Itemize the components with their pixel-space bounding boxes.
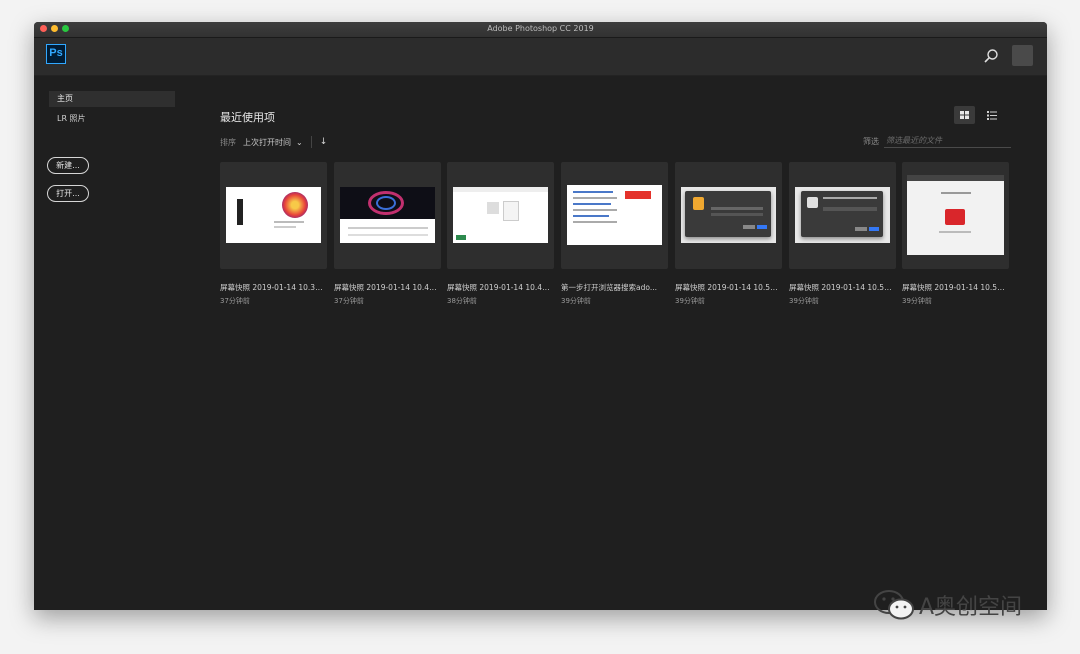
thumbnail-image xyxy=(567,185,662,245)
file-time: 39分钟前 xyxy=(675,297,705,305)
thumbnail-image xyxy=(907,175,1004,255)
file-name: 屏幕快照 2019-01-14 10.55.04... xyxy=(675,283,782,292)
recent-file-card[interactable]: 屏幕快照 2019-01-14 10.47.44... 37分钟前 xyxy=(334,162,441,306)
watermark: A奥创空间 xyxy=(873,588,1022,622)
sort-dropdown[interactable]: 上次打开时间 xyxy=(243,137,291,148)
grid-view-button[interactable] xyxy=(954,106,975,124)
file-thumbnail[interactable] xyxy=(789,162,896,269)
open-button[interactable]: 打开... xyxy=(47,185,89,202)
photoshop-logo: Ps xyxy=(46,44,66,64)
filter-input[interactable] xyxy=(884,133,1011,148)
file-time: 39分钟前 xyxy=(902,297,932,305)
file-time: 39分钟前 xyxy=(789,297,819,305)
file-thumbnail[interactable] xyxy=(902,162,1009,269)
wechat-icon xyxy=(874,590,914,620)
grid-view-icon xyxy=(960,111,969,119)
section-title: 最近使用项 xyxy=(220,111,275,124)
sidebar: 主页 LR 照片 新建... 打开... xyxy=(34,75,204,610)
main-content: 最近使用项 排序 上次打开时间 ⌄ ↓ 筛选 筛选最近的文件 屏幕快照 2019… xyxy=(220,75,1047,610)
new-button[interactable]: 新建... xyxy=(47,157,89,174)
file-name: 屏幕快照 2019-01-14 10.54.39... xyxy=(902,283,1009,292)
list-view-icon[interactable] xyxy=(985,108,999,122)
file-name: 屏幕快照 2019-01-14 10.54.51... xyxy=(789,283,896,292)
recent-file-card[interactable]: 屏幕快照 2019-01-14 10.48.12... 38分钟前 xyxy=(447,162,554,306)
sort-label: 排序 xyxy=(220,137,236,147)
file-time: 39分钟前 xyxy=(561,297,591,305)
sort-bar: 排序 上次打开时间 ⌄ ↓ xyxy=(220,136,327,148)
window-title: Adobe Photoshop CC 2019 xyxy=(487,24,594,33)
file-name: 屏幕快照 2019-01-14 10.48.12... xyxy=(447,283,554,292)
file-thumbnail[interactable] xyxy=(447,162,554,269)
filter-label: 筛选 xyxy=(863,137,879,146)
recent-file-card[interactable]: 屏幕快照 2019-01-14 10.38.07... 37分钟前 xyxy=(220,162,327,306)
thumbnail-image xyxy=(681,187,776,243)
chevron-down-icon[interactable]: ⌄ xyxy=(296,138,303,147)
file-thumbnail[interactable] xyxy=(675,162,782,269)
thumbnail-image xyxy=(340,187,435,243)
app-header: Ps xyxy=(34,38,1047,76)
file-thumbnail[interactable] xyxy=(561,162,668,269)
search-icon[interactable] xyxy=(983,48,999,64)
file-thumbnail[interactable] xyxy=(334,162,441,269)
file-time: 37分钟前 xyxy=(220,297,250,305)
thumbnail-image xyxy=(795,187,890,243)
watermark-text: A奥创空间 xyxy=(919,595,1023,620)
thumbnail-image xyxy=(453,187,548,243)
recent-file-card[interactable]: 第一步打开浏览器搜索ado... 39分钟前 xyxy=(561,162,668,306)
title-bar: Adobe Photoshop CC 2019 xyxy=(34,22,1047,38)
recent-file-card[interactable]: 屏幕快照 2019-01-14 10.55.04... 39分钟前 xyxy=(675,162,782,306)
user-avatar[interactable] xyxy=(1012,45,1033,66)
file-time: 37分钟前 xyxy=(334,297,364,305)
file-name: 第一步打开浏览器搜索ado... xyxy=(561,283,657,292)
file-name: 屏幕快照 2019-01-14 10.38.07... xyxy=(220,283,327,292)
thumbnail-image xyxy=(226,187,321,243)
recent-file-card[interactable]: 屏幕快照 2019-01-14 10.54.51... 39分钟前 xyxy=(789,162,896,306)
recent-file-card[interactable]: 屏幕快照 2019-01-14 10.54.39... 39分钟前 xyxy=(902,162,1009,306)
sidebar-item-lr-photos[interactable]: LR 照片 xyxy=(49,111,175,127)
divider xyxy=(310,136,312,148)
file-name: 屏幕快照 2019-01-14 10.47.44... xyxy=(334,283,441,292)
file-thumbnail[interactable] xyxy=(220,162,327,269)
sidebar-item-home[interactable]: 主页 xyxy=(49,91,175,107)
file-time: 38分钟前 xyxy=(447,297,477,305)
sort-direction-icon[interactable]: ↓ xyxy=(320,137,328,147)
photoshop-window: Adobe Photoshop CC 2019 Ps 主页 LR 照片 新建..… xyxy=(34,22,1047,610)
